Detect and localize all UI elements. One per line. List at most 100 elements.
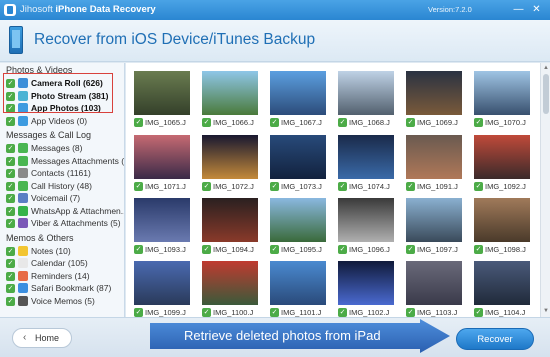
photo-image[interactable] — [134, 198, 190, 242]
checkbox[interactable]: ✓ — [6, 194, 15, 203]
checkbox[interactable]: ✓ — [6, 284, 15, 293]
checkbox[interactable]: ✓ — [6, 116, 15, 126]
checkbox[interactable]: ✓ — [6, 246, 15, 256]
photo-image[interactable] — [270, 71, 326, 115]
photo-image[interactable] — [134, 135, 190, 179]
checkbox[interactable]: ✓ — [202, 308, 211, 317]
photo-thumbnail[interactable]: ✓ IMG_1098.J — [472, 196, 532, 262]
checkbox[interactable]: ✓ — [406, 118, 415, 127]
photo-image[interactable] — [406, 261, 462, 305]
close-icon[interactable]: ✕ — [530, 3, 543, 16]
photo-image[interactable] — [202, 198, 258, 242]
scroll-thumb[interactable] — [543, 74, 549, 114]
photo-image[interactable] — [474, 261, 530, 305]
checkbox[interactable]: ✓ — [134, 118, 143, 127]
photo-thumbnail[interactable]: ✓ IMG_1067.J — [268, 69, 328, 135]
photo-thumbnail[interactable]: ✓ IMG_1103.J — [404, 259, 464, 317]
checkbox[interactable]: ✓ — [134, 245, 143, 254]
checkbox[interactable]: ✓ — [6, 206, 15, 216]
checkbox[interactable]: ✓ — [270, 182, 279, 191]
photo-image[interactable] — [338, 261, 394, 305]
recover-button[interactable]: Recover — [456, 328, 534, 350]
sidebar-item[interactable]: ✓ App Videos (0) — [6, 115, 124, 127]
photo-image[interactable] — [202, 135, 258, 179]
photo-thumbnail[interactable]: ✓ IMG_1099.J — [132, 259, 192, 317]
photo-thumbnail[interactable]: ✓ IMG_1097.J — [404, 196, 464, 262]
photo-image[interactable] — [202, 261, 258, 305]
checkbox[interactable]: ✓ — [6, 219, 15, 228]
photo-thumbnail[interactable]: ✓ IMG_1091.J — [404, 133, 464, 199]
photo-image[interactable] — [474, 71, 530, 115]
photo-image[interactable] — [270, 135, 326, 179]
photo-image[interactable] — [474, 135, 530, 179]
checkbox[interactable]: ✓ — [474, 118, 483, 127]
photo-thumbnail[interactable]: ✓ IMG_1070.J — [472, 69, 532, 135]
sidebar-item[interactable]: ✓ Viber & Attachments (5) — [6, 217, 124, 229]
sidebar-item[interactable]: ✓ Messages Attachments (... — [6, 155, 124, 167]
sidebar-item[interactable]: ✓ WhatsApp & Attachmen... — [6, 205, 124, 217]
sidebar-item[interactable]: ✓ Messages (8) — [6, 142, 124, 154]
photo-thumbnail[interactable]: ✓ IMG_1071.J — [132, 133, 192, 199]
photo-image[interactable] — [134, 71, 190, 115]
photo-thumbnail[interactable]: ✓ IMG_1068.J — [336, 69, 396, 135]
checkbox[interactable]: ✓ — [6, 271, 15, 281]
photo-thumbnail[interactable]: ✓ IMG_1095.J — [268, 196, 328, 262]
minimize-icon[interactable]: — — [512, 3, 525, 16]
checkbox[interactable]: ✓ — [6, 181, 15, 191]
checkbox[interactable]: ✓ — [474, 245, 483, 254]
photo-image[interactable] — [338, 71, 394, 115]
checkbox[interactable]: ✓ — [6, 144, 15, 153]
checkbox[interactable]: ✓ — [338, 118, 347, 127]
photo-thumbnail[interactable]: ✓ IMG_1066.J — [200, 69, 260, 135]
checkbox[interactable]: ✓ — [406, 308, 415, 317]
sidebar-item[interactable]: ✓ Voice Memos (5) — [6, 295, 124, 307]
checkbox[interactable]: ✓ — [134, 182, 143, 191]
sidebar-item[interactable]: ✓ Safari Bookmark (87) — [6, 282, 124, 294]
photo-image[interactable] — [270, 198, 326, 242]
checkbox[interactable]: ✓ — [270, 245, 279, 254]
photo-thumbnail[interactable]: ✓ IMG_1102.J — [336, 259, 396, 317]
home-button[interactable]: ‹ Home — [12, 328, 72, 348]
checkbox[interactable]: ✓ — [202, 182, 211, 191]
photo-image[interactable] — [270, 261, 326, 305]
photo-thumbnail[interactable]: ✓ IMG_1073.J — [268, 133, 328, 199]
photo-thumbnail[interactable]: ✓ IMG_1101.J — [268, 259, 328, 317]
sidebar-item[interactable]: ✓ Call History (48) — [6, 180, 124, 192]
checkbox[interactable]: ✓ — [474, 182, 483, 191]
checkbox[interactable]: ✓ — [6, 169, 15, 178]
photo-image[interactable] — [474, 198, 530, 242]
photo-image[interactable] — [406, 135, 462, 179]
scroll-up-icon[interactable]: ▲ — [542, 64, 550, 72]
checkbox[interactable]: ✓ — [406, 182, 415, 191]
checkbox[interactable]: ✓ — [338, 245, 347, 254]
checkbox[interactable]: ✓ — [338, 182, 347, 191]
photo-image[interactable] — [338, 135, 394, 179]
sidebar-item[interactable]: ✓ Calendar (105) — [6, 257, 124, 269]
photo-thumbnail[interactable]: ✓ IMG_1074.J — [336, 133, 396, 199]
sidebar-item[interactable]: ✓ Reminders (14) — [6, 270, 124, 282]
checkbox[interactable]: ✓ — [6, 296, 15, 306]
sidebar-item[interactable]: ✓ Voicemail (7) — [6, 192, 124, 204]
photo-thumbnail[interactable]: ✓ IMG_1093.J — [132, 196, 192, 262]
checkbox[interactable]: ✓ — [338, 308, 347, 317]
photo-image[interactable] — [406, 198, 462, 242]
checkbox[interactable]: ✓ — [6, 156, 15, 166]
checkbox[interactable]: ✓ — [474, 308, 483, 317]
checkbox[interactable]: ✓ — [270, 118, 279, 127]
photo-image[interactable] — [202, 71, 258, 115]
scrollbar[interactable]: ▲ ▼ — [540, 63, 550, 317]
checkbox[interactable]: ✓ — [202, 245, 211, 254]
photo-thumbnail[interactable]: ✓ IMG_1104.J — [472, 259, 532, 317]
photo-thumbnail[interactable]: ✓ IMG_1069.J — [404, 69, 464, 135]
photo-thumbnail[interactable]: ✓ IMG_1100.J — [200, 259, 260, 317]
photo-thumbnail[interactable]: ✓ IMG_1094.J — [200, 196, 260, 262]
photo-image[interactable] — [406, 71, 462, 115]
photo-image[interactable] — [338, 198, 394, 242]
sidebar-item[interactable]: ✓ Contacts (1161) — [6, 167, 124, 179]
photo-image[interactable] — [134, 261, 190, 305]
photo-thumbnail[interactable]: ✓ IMG_1092.J — [472, 133, 532, 199]
checkbox[interactable]: ✓ — [202, 118, 211, 127]
sidebar-item[interactable]: ✓ Notes (10) — [6, 245, 124, 257]
checkbox[interactable]: ✓ — [406, 245, 415, 254]
checkbox[interactable]: ✓ — [270, 308, 279, 317]
